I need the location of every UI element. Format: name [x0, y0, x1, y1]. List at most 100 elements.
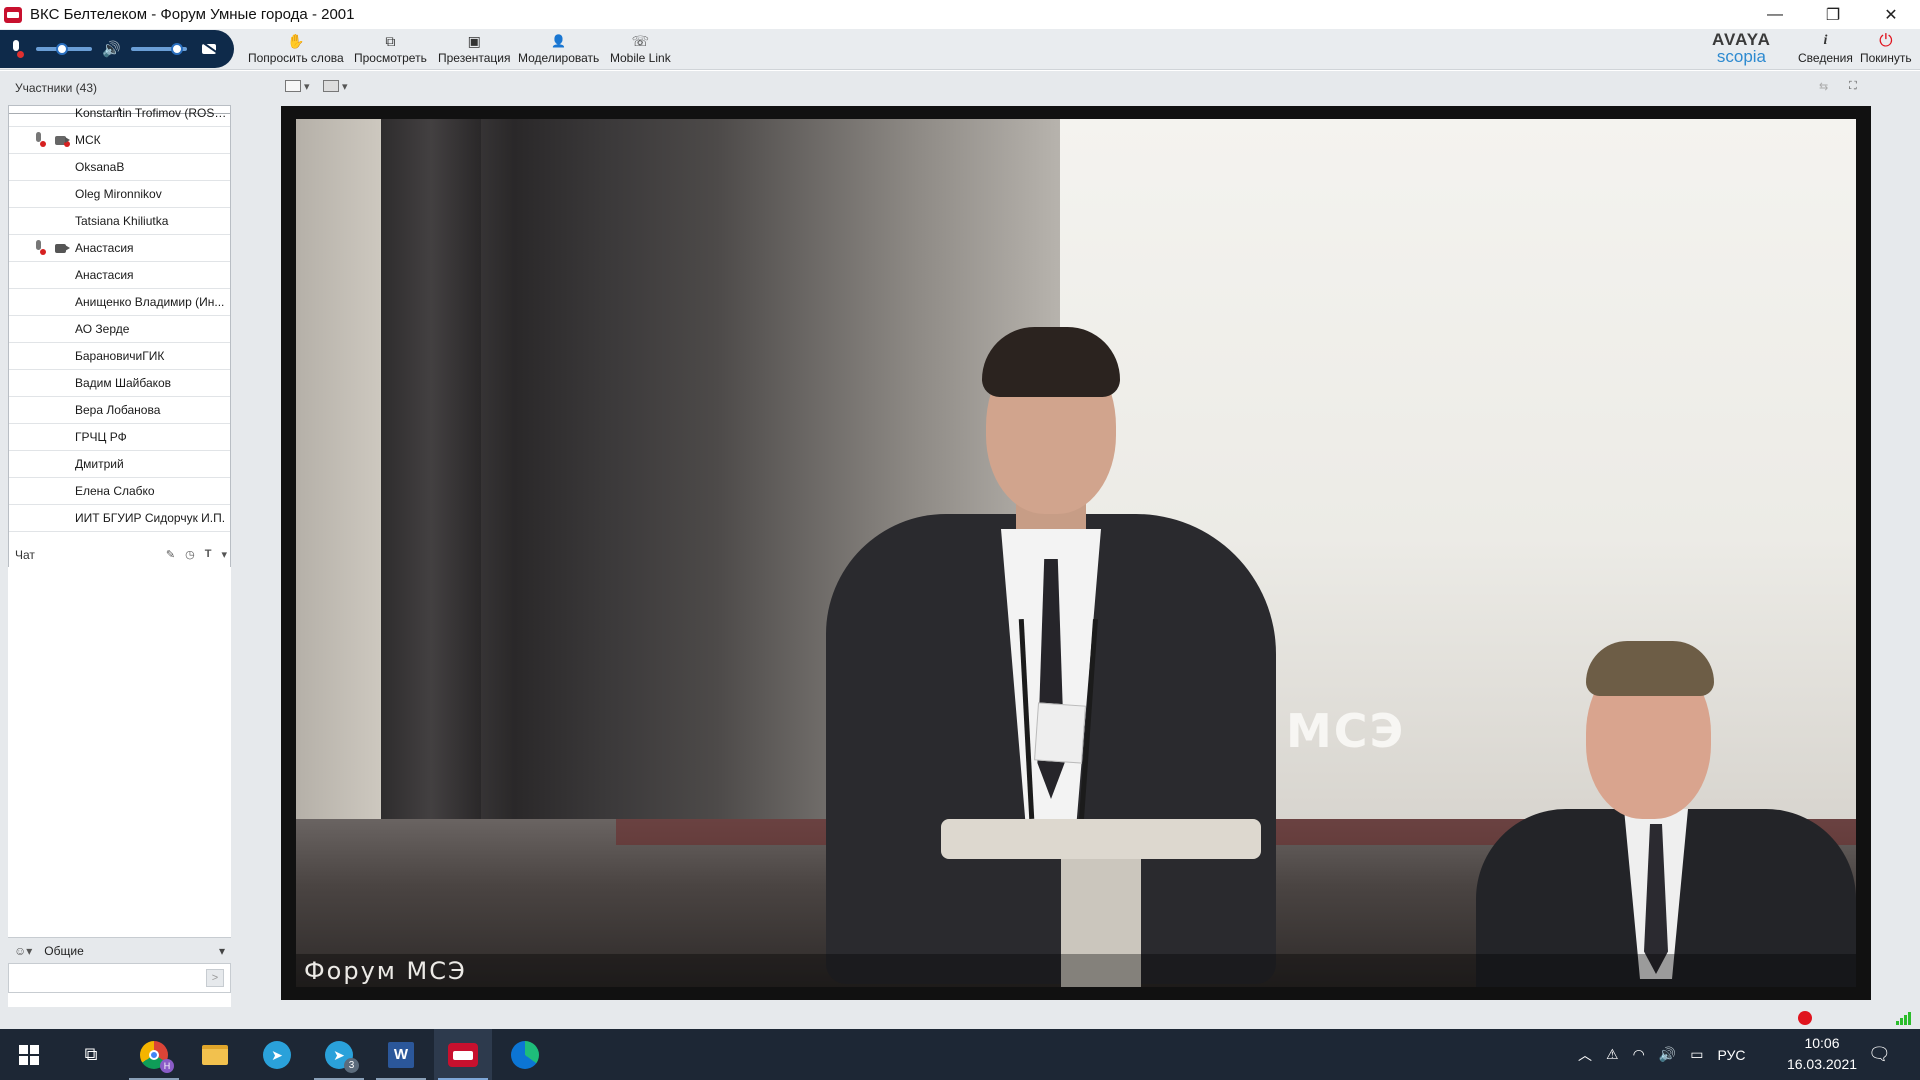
view-button[interactable]: ⧉ Просмотреть	[354, 32, 427, 65]
self-view-button[interactable]: ▾	[323, 78, 348, 94]
participant-row[interactable]: ИИТ БГУИР Сидорчук И.П.	[9, 505, 230, 532]
notification-icon: 🗨	[1868, 1044, 1891, 1064]
brand-avaya: AVAYA	[1712, 30, 1771, 49]
chat-title: Чат	[15, 547, 35, 562]
window-title: ВКС Белтелеком - Форум Умные города - 20…	[30, 6, 355, 23]
participant-name: БарановичиГИК	[75, 349, 165, 363]
wifi-icon[interactable]: ◠	[1633, 1046, 1645, 1063]
font-icon[interactable]: T	[205, 548, 212, 561]
participant-row[interactable]: Анастасия	[9, 262, 230, 289]
speaker-volume-slider[interactable]	[130, 43, 187, 55]
participant-name: Oleg Mironnikov	[75, 187, 162, 201]
microphone-muted-icon[interactable]	[8, 39, 24, 59]
folder-icon	[202, 1044, 228, 1065]
mic-volume-slider[interactable]	[36, 43, 92, 55]
chevron-up-icon[interactable]: ︿	[1578, 1045, 1592, 1065]
chevron-down-icon: ▾	[342, 80, 348, 93]
participant-name: Анастасия	[75, 241, 134, 255]
participant-row[interactable]: БарановичиГИК	[9, 343, 230, 370]
word-icon: W	[388, 1041, 414, 1068]
participant-row[interactable]: Вера Лобанова	[9, 397, 230, 424]
participant-name: МСК	[75, 133, 101, 147]
camera-icon	[55, 243, 71, 254]
file-explorer-taskbar-button[interactable]	[186, 1029, 244, 1080]
camera-off-icon[interactable]	[201, 41, 223, 57]
avaya-scopia-logo: AVAYA scopia	[1712, 31, 1771, 65]
participant-row[interactable]: Елена Слабко	[9, 478, 230, 505]
person-icon: 👤	[551, 34, 567, 48]
participant-row[interactable]: МСК	[9, 127, 230, 154]
video-caption: Форум МСЭ	[304, 957, 467, 985]
chevron-down-icon: ▾	[304, 80, 310, 93]
view-label: Просмотреть	[354, 51, 427, 65]
network-warning-icon[interactable]: ⚠	[1606, 1046, 1619, 1063]
hand-icon: ✋	[287, 33, 305, 49]
close-button[interactable]: ✕	[1862, 0, 1920, 29]
undock-icon[interactable]: ⇆	[1819, 78, 1828, 94]
media-controls: 🔊	[0, 30, 234, 68]
vks-taskbar-button[interactable]	[434, 1029, 492, 1080]
power-icon: ⏻	[1879, 31, 1893, 50]
smiley-icon[interactable]: ☺▾	[14, 944, 32, 958]
layout-button[interactable]: ▾	[285, 78, 310, 94]
telegram-taskbar-button[interactable]: ➤	[248, 1029, 306, 1080]
clock-icon[interactable]: ◷	[185, 548, 195, 561]
start-button[interactable]	[0, 1029, 58, 1080]
info-button[interactable]: i Сведения	[1798, 32, 1853, 65]
main-video-area: ▾ ▾ ⇆ ⛶ МСЭ Форум МСЭ	[235, 71, 1920, 1007]
participant-name: Konstantin Trofimov (ROS, ...	[75, 106, 228, 120]
participant-row[interactable]: Дмитрий	[9, 451, 230, 478]
chevron-down-icon[interactable]: ▾	[221, 548, 227, 561]
chrome-icon: H	[140, 1040, 174, 1073]
participant-name: АО Зерде	[75, 322, 130, 336]
mobile-link-button[interactable]: ☏ Mobile Link	[610, 32, 671, 65]
windows-icon	[19, 1044, 39, 1065]
toolbar: 🔊 ✋ Попросить слова ⧉ Просмотреть ▣ През…	[0, 29, 1920, 70]
video-frame: МСЭ Форум МСЭ	[281, 106, 1871, 1000]
chat-input[interactable]: >	[8, 963, 231, 993]
language-indicator[interactable]: РУС	[1717, 1047, 1745, 1063]
battery-icon[interactable]: ▭	[1690, 1046, 1703, 1063]
clock-time: 10:06	[1804, 1035, 1840, 1051]
participant-row[interactable]: ГРЧЦ РФ	[9, 424, 230, 451]
minimize-button[interactable]: —	[1746, 0, 1804, 29]
mobile-link-icon: ☏	[631, 33, 650, 49]
participant-row[interactable]: Анастасия	[9, 235, 230, 262]
participant-row[interactable]: Вадим Шайбаков	[9, 370, 230, 397]
status-bar	[0, 1007, 1920, 1029]
video-stream[interactable]: МСЭ Форум МСЭ	[296, 119, 1856, 987]
moderate-button[interactable]: 👤 Моделировать	[518, 32, 599, 65]
send-button[interactable]: >	[206, 969, 224, 987]
participant-row[interactable]: Анищенко Владимир (Ин...	[9, 289, 230, 316]
word-taskbar-button[interactable]: W	[372, 1029, 430, 1080]
telegram-icon: ➤ 3	[325, 1040, 359, 1073]
leave-button[interactable]: ⏻ Покинуть	[1860, 32, 1912, 65]
raise-hand-button[interactable]: ✋ Попросить слова	[248, 32, 344, 65]
volume-icon[interactable]: 🔊	[1659, 1046, 1676, 1063]
chrome-taskbar-button[interactable]: H	[125, 1029, 183, 1080]
participant-row[interactable]: OksanaB	[9, 154, 230, 181]
layout-icon	[285, 80, 301, 92]
participant-row[interactable]: Tatsiana Khiliutka	[9, 208, 230, 235]
participant-name: Tatsiana Khiliutka	[75, 214, 169, 228]
chat-recipient: Общие	[44, 943, 84, 958]
edge-taskbar-button[interactable]	[496, 1029, 554, 1080]
taskbar: ⧉ H ➤ ➤ 3 W ︿ ⚠ ◠ 🔊 ▭ РУС 10:06 16.03.20…	[0, 1029, 1920, 1080]
notifications-button[interactable]: 🗨	[1868, 1029, 1891, 1080]
participant-row[interactable]: АО Зерде	[9, 316, 230, 343]
chat-recipient-selector[interactable]: ☺▾ Общие ▾	[8, 937, 231, 963]
participant-row[interactable]: Oleg Mironnikov	[9, 181, 230, 208]
speaker-icon[interactable]: 🔊	[102, 40, 121, 58]
view-icon: ⧉	[385, 33, 396, 49]
chevron-down-icon[interactable]: ▾	[219, 944, 225, 958]
participant-row[interactable]: Konstantin Trofimov (ROS, ...	[9, 106, 230, 127]
task-view-button[interactable]: ⧉	[62, 1029, 120, 1080]
presentation-button[interactable]: ▣ Презентация	[438, 32, 511, 65]
fullscreen-icon[interactable]: ⛶	[1849, 78, 1857, 94]
telegram-2-taskbar-button[interactable]: ➤ 3	[310, 1029, 368, 1080]
clock[interactable]: 10:06 16.03.2021	[1772, 1033, 1872, 1075]
edit-icon[interactable]: ✎	[166, 548, 175, 561]
restore-button[interactable]: ❐	[1804, 0, 1862, 29]
system-tray: ︿ ⚠ ◠ 🔊 ▭ РУС	[1578, 1029, 1746, 1080]
chat-header: Чат ✎ ◷ T ▾	[8, 542, 231, 567]
